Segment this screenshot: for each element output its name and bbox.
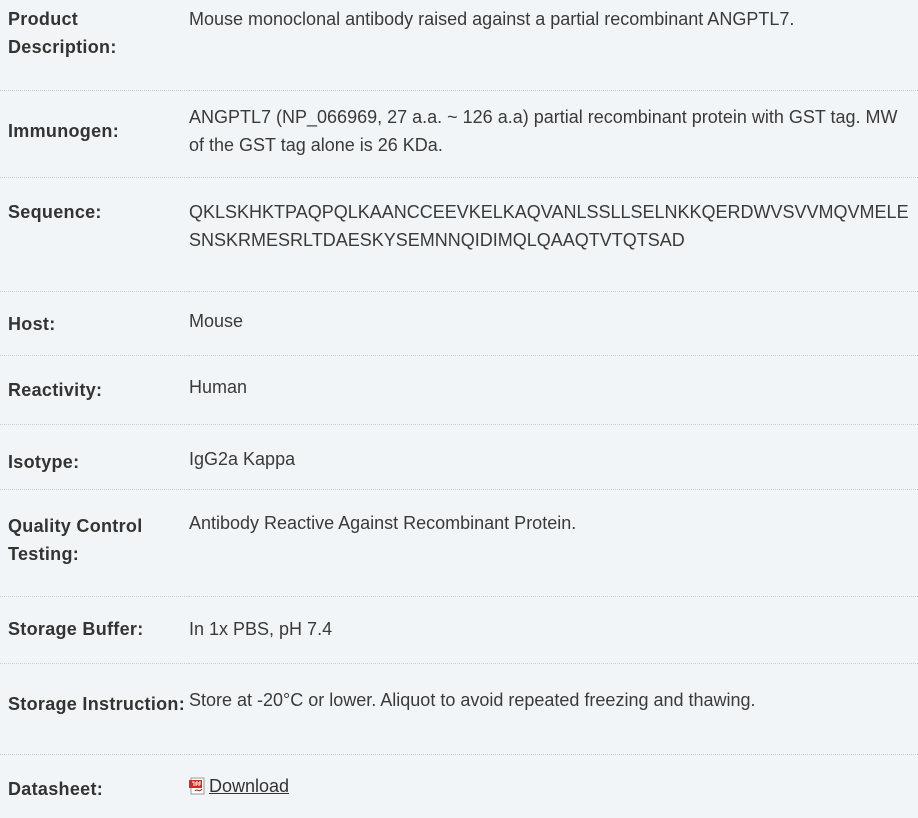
spec-label: Storage Instruction: <box>8 693 186 714</box>
spec-value: Mouse <box>189 310 244 331</box>
spec-row-sequence: Sequence: QKLSKHKTPAQPQLKAANCCEEVKELKAQV… <box>0 177 918 291</box>
spec-value: Mouse monoclonal antibody raised against… <box>189 9 795 29</box>
spec-row-host: Host: Mouse <box>0 291 918 355</box>
spec-label: Reactivity: <box>8 379 103 400</box>
spec-row-isotype: Isotype: IgG2a Kappa <box>0 424 918 489</box>
spec-value: IgG2a Kappa <box>189 448 296 469</box>
spec-value: Download <box>189 754 918 818</box>
spec-row-product-description: Product Description: Mouse monoclonal an… <box>0 0 918 90</box>
datasheet-download-link[interactable]: Download <box>189 776 289 796</box>
spec-value: Human <box>189 376 248 397</box>
spec-row-reactivity: Reactivity: Human <box>0 355 918 424</box>
spec-value: Antibody Reactive Against Recombinant Pr… <box>189 512 577 533</box>
spec-label: Quality Control Testing: <box>8 515 143 564</box>
pdf-icon <box>189 777 205 794</box>
spec-label: Host: <box>8 313 56 334</box>
spec-value: QKLSKHKTPAQPQLKAANCCEEVKELKAQVANLSSLLSEL… <box>189 201 909 250</box>
spec-value: Store at -20°C or lower. Aliquot to avoi… <box>189 689 756 710</box>
spec-row-storage-instruction: Storage Instruction: Store at -20°C or l… <box>0 663 918 754</box>
spec-label: Storage Buffer: <box>8 618 144 639</box>
product-spec-table: Product Description: Mouse monoclonal an… <box>0 0 918 818</box>
spec-label: Isotype: <box>8 451 80 472</box>
spec-label: Sequence: <box>8 201 102 222</box>
spec-row-datasheet: Datasheet: Download <box>0 754 918 818</box>
spec-label: Datasheet: <box>8 778 104 799</box>
spec-label: Immunogen: <box>8 120 119 141</box>
spec-row-quality-control: Quality Control Testing: Antibody Reacti… <box>0 489 918 596</box>
spec-label: Product Description: <box>8 9 117 57</box>
spec-row-storage-buffer: Storage Buffer: In 1x PBS, pH 7.4 <box>0 596 918 663</box>
spec-value: In 1x PBS, pH 7.4 <box>189 618 333 639</box>
spec-value: ANGPTL7 (NP_066969, 27 a.a. ~ 126 a.a) p… <box>189 106 898 155</box>
download-label: Download <box>209 775 290 796</box>
spec-row-immunogen: Immunogen: ANGPTL7 (NP_066969, 27 a.a. ~… <box>0 90 918 177</box>
